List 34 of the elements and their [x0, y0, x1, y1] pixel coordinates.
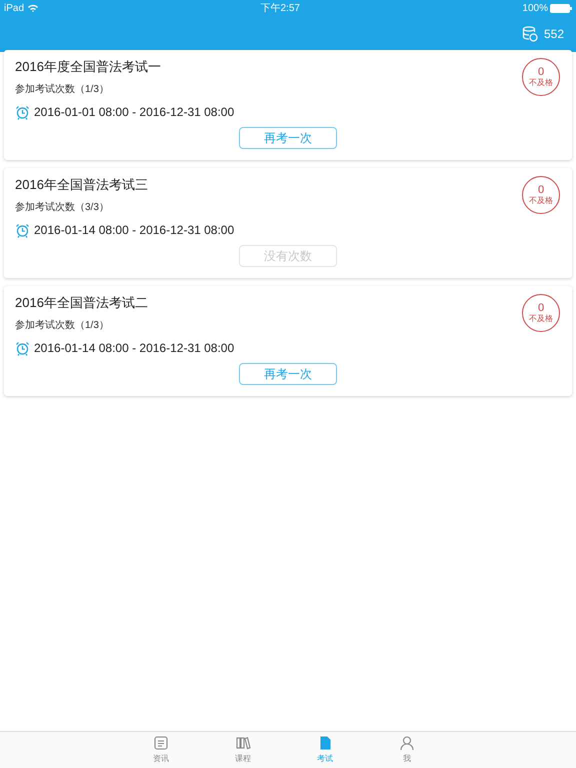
tab-bar-item[interactable]: 考试	[284, 732, 366, 768]
books-icon	[235, 735, 251, 751]
coin-count: 552	[544, 26, 564, 43]
news-icon	[153, 735, 169, 751]
stamp-result: 不及格	[529, 197, 553, 205]
exam-period: 2016-01-01 08:00 - 2016-12-31 08:00	[34, 104, 234, 121]
exam-period: 2016-01-14 08:00 - 2016-12-31 08:00	[34, 340, 234, 357]
retake-button[interactable]: 再考一次	[239, 127, 337, 149]
stamp-score: 0	[538, 303, 544, 314]
device-name: iPad	[4, 2, 24, 16]
exam-period: 2016-01-14 08:00 - 2016-12-31 08:00	[34, 222, 234, 239]
stamp-score: 0	[538, 185, 544, 196]
exam-title: 2016年全国普法考试三	[15, 176, 148, 194]
stamp-result: 不及格	[529, 79, 553, 87]
stamp-result: 不及格	[529, 315, 553, 323]
retake-button[interactable]: 再考一次	[239, 363, 337, 385]
tab-bar-item[interactable]: 课程	[202, 732, 284, 768]
attempt-count: 参加考试次数（3/3）	[15, 201, 109, 215]
attempt-count: 参加考试次数（1/3）	[15, 83, 109, 97]
alarm-clock-icon	[15, 104, 30, 120]
clock-time: 下午2:57	[260, 2, 300, 16]
battery-percent: 100%	[522, 2, 548, 16]
coins-icon	[522, 26, 538, 42]
alarm-clock-icon	[15, 222, 30, 238]
wifi-icon	[28, 4, 38, 12]
tab-bar-item[interactable]: 资讯	[120, 732, 202, 768]
attempt-count: 参加考试次数（1/3）	[15, 319, 109, 333]
exam-title: 2016年全国普法考试二	[15, 294, 148, 312]
person-icon	[399, 735, 415, 751]
battery-icon	[550, 4, 572, 12]
stamp-score: 0	[538, 67, 544, 78]
alarm-clock-icon	[15, 340, 30, 356]
tab-bar-item[interactable]: 我	[366, 732, 448, 768]
exam-title: 2016年度全国普法考试一	[15, 58, 161, 76]
